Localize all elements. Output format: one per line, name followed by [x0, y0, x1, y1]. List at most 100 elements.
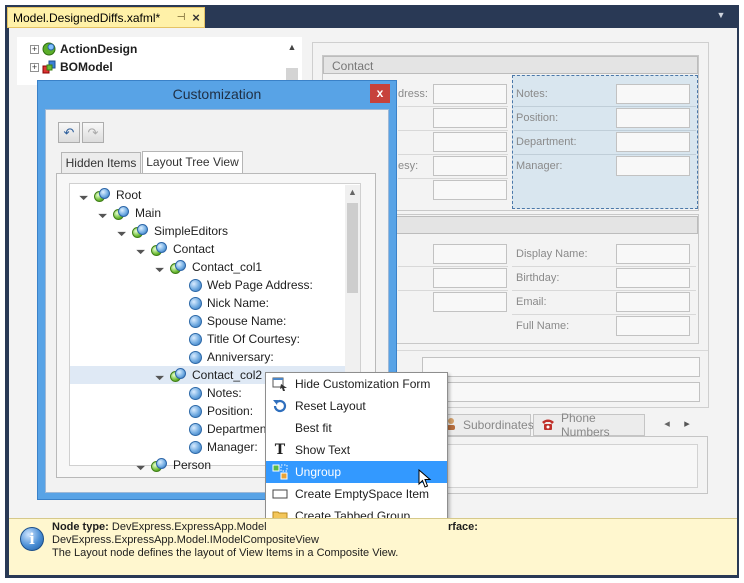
display-name-editor[interactable]: [616, 244, 690, 264]
field-editor[interactable]: [433, 84, 507, 104]
layout-item-icon: [189, 404, 202, 418]
layout-group-icon: [94, 188, 111, 202]
email-editor[interactable]: [616, 292, 690, 312]
tree-node[interactable]: Title Of Courtesy:: [189, 330, 300, 348]
tree-node[interactable]: ◢ Root: [78, 186, 141, 204]
layout-item-icon: [189, 314, 202, 328]
scroll-up-icon[interactable]: ▲: [345, 185, 360, 200]
document-tab[interactable]: Model.DesignedDiffs.xafml* ⊣ ×: [7, 7, 205, 28]
pin-icon[interactable]: ⊣: [174, 12, 188, 23]
expand-arrow-icon[interactable]: ◢: [153, 260, 168, 275]
tree-node[interactable]: ◢ Main: [97, 204, 161, 222]
menu-item-hide-customization-form[interactable]: Hide Customization Form: [266, 373, 447, 395]
redo-button[interactable]: ↷: [82, 122, 104, 143]
tab-scroll-left-icon[interactable]: ◂: [660, 417, 674, 431]
tree-node-label: Notes:: [207, 386, 242, 400]
action-design-icon: [42, 42, 56, 56]
field-editor[interactable]: [433, 108, 507, 128]
field-label: dress:: [398, 88, 428, 100]
department-editor[interactable]: [616, 132, 690, 152]
layout-group-icon: [170, 260, 187, 274]
scroll-up-icon[interactable]: ▲: [286, 42, 298, 54]
layout-item-icon: [189, 332, 202, 346]
expand-icon[interactable]: +: [30, 44, 39, 54]
divider: [398, 266, 508, 267]
ungroup-icon: [272, 464, 288, 480]
tree-node-label: Anniversary:: [207, 350, 274, 364]
notes-editor[interactable]: [616, 84, 690, 104]
tree-node[interactable]: Web Page Address:: [189, 276, 313, 294]
divider: [398, 106, 508, 107]
field-label-notes: Notes:: [516, 88, 548, 100]
undo-button[interactable]: ↶: [58, 122, 80, 143]
nav-item-action-design[interactable]: + ActionDesign: [30, 40, 137, 58]
text-icon: T: [274, 442, 286, 458]
tree-node-label: Nick Name:: [207, 296, 270, 310]
tab-scroll-right-icon[interactable]: ▸: [680, 417, 694, 431]
undo-icon: ↶: [63, 125, 75, 140]
tree-node[interactable]: Anniversary:: [189, 348, 274, 366]
tree-node-label: Manager:: [207, 440, 258, 454]
birthday-editor[interactable]: [616, 268, 690, 288]
menu-item-show-text[interactable]: T Show Text: [266, 439, 447, 461]
tree-scroll-thumb[interactable]: [347, 203, 358, 293]
contact-group-header[interactable]: Contact: [323, 56, 698, 74]
field-editor[interactable]: [433, 180, 507, 200]
tab-hidden-items[interactable]: Hidden Items: [61, 152, 141, 174]
expand-arrow-icon[interactable]: ◢: [134, 458, 149, 473]
divider: [398, 290, 508, 291]
expand-arrow-icon[interactable]: ◢: [77, 188, 92, 203]
nav-item-bo-model[interactable]: + BOModel: [30, 58, 113, 76]
tree-node[interactable]: ◢ Contact_col1: [154, 258, 262, 276]
expand-arrow-icon[interactable]: ◢: [115, 224, 130, 239]
tree-node[interactable]: Nick Name:: [189, 294, 269, 312]
reset-layout-icon: [272, 398, 288, 414]
tree-node[interactable]: Spouse Name:: [189, 312, 286, 330]
tree-node[interactable]: ◢ Contact_col2: [154, 366, 262, 384]
field-editor[interactable]: [433, 156, 507, 176]
field-label-email: Email:: [516, 296, 547, 308]
customization-title[interactable]: Customization: [38, 81, 396, 107]
long-field-editor[interactable]: [422, 357, 700, 377]
tree-node-label: Main: [135, 206, 162, 220]
tab-content-inner: [430, 444, 698, 488]
mouse-cursor-icon: [418, 468, 432, 489]
tree-node[interactable]: Position:: [189, 402, 253, 420]
field-label-position: Position:: [516, 112, 559, 124]
layout-item-icon: [189, 350, 202, 364]
info-node-type: Node type: DevExpress.ExpressApp.Model: [52, 521, 267, 533]
field-editor[interactable]: [433, 268, 507, 288]
expand-arrow-icon[interactable]: ◢: [153, 368, 168, 383]
expand-arrow-icon[interactable]: ◢: [134, 242, 149, 257]
field-editor[interactable]: [433, 244, 507, 264]
layout-item-icon: [189, 386, 202, 400]
expand-icon[interactable]: +: [30, 62, 39, 72]
tree-node[interactable]: Notes:: [189, 384, 242, 402]
tab-subordinates[interactable]: Subordinates: [437, 414, 534, 436]
tree-node[interactable]: Department:: [189, 420, 273, 438]
close-icon[interactable]: ×: [188, 10, 204, 25]
field-label-department: Department:: [516, 136, 577, 148]
layout-item-icon: [189, 422, 202, 436]
info-icon: i: [20, 527, 44, 551]
tree-node[interactable]: Manager:: [189, 438, 258, 456]
menu-item-reset-layout[interactable]: Reset Layout: [266, 395, 447, 417]
tree-node[interactable]: ◢ Person: [135, 456, 211, 474]
position-editor[interactable]: [616, 108, 690, 128]
chevron-down-icon[interactable]: ▼: [714, 10, 728, 24]
tab-phone-numbers[interactable]: Phone Numbers: [533, 411, 645, 439]
field-editor[interactable]: [433, 292, 507, 312]
close-icon[interactable]: x: [370, 84, 390, 103]
full-name-editor[interactable]: [616, 316, 690, 336]
tree-node[interactable]: ◢ Contact: [135, 240, 214, 258]
menu-item-best-fit[interactable]: Best fit: [266, 417, 447, 439]
tree-node-label: Contact_col1: [192, 260, 263, 274]
tree-node-label: Title Of Courtesy:: [207, 332, 300, 346]
tab-layout-tree-view[interactable]: Layout Tree View: [142, 151, 243, 175]
long-field-editor[interactable]: [422, 382, 700, 402]
empty-space-icon: [272, 486, 288, 502]
expand-arrow-icon[interactable]: ◢: [96, 206, 111, 221]
manager-editor[interactable]: [616, 156, 690, 176]
tree-node[interactable]: ◢ SimpleEditors: [116, 222, 228, 240]
field-editor[interactable]: [433, 132, 507, 152]
